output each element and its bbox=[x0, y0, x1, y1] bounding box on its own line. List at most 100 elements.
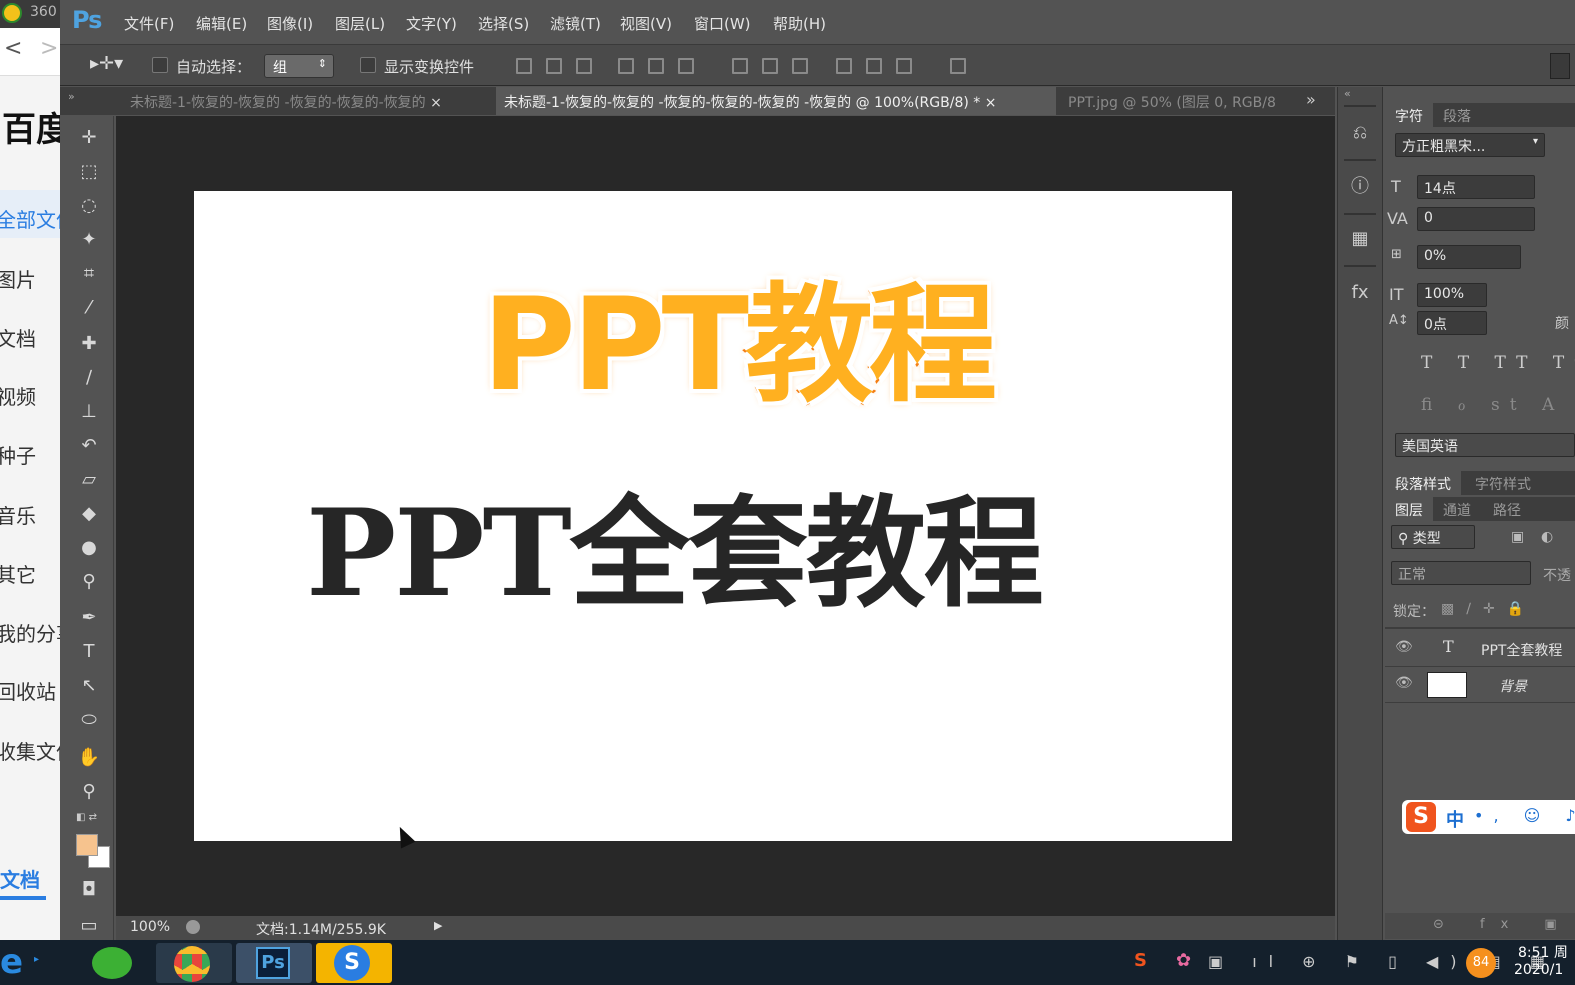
history-brush-tool-icon[interactable]: ↶ bbox=[74, 432, 104, 460]
sidebar-item-torrents[interactable]: 种子 bbox=[0, 440, 36, 469]
lock-buttons[interactable]: ▩∕✛🔒 bbox=[1441, 601, 1536, 617]
tray-system-icons[interactable]: ▣ ıl ⊕ ⚑ ▯ ◀) ▤ ▦ bbox=[1208, 952, 1557, 971]
path-selection-tool-icon[interactable]: ↖ bbox=[74, 672, 104, 700]
swatches-panel-icon[interactable]: ▦ bbox=[1348, 227, 1372, 251]
kerning-input[interactable]: 0 bbox=[1417, 207, 1535, 231]
brush-tool-icon[interactable]: ∕ bbox=[74, 364, 104, 392]
menu-image[interactable]: 图像(I) bbox=[267, 13, 313, 34]
quick-mask-icon[interactable]: ◘ bbox=[74, 876, 104, 904]
distribute-right-icon[interactable] bbox=[896, 58, 912, 74]
ellipse-tool-icon[interactable]: ⬭ bbox=[74, 706, 104, 734]
browser-tab[interactable]: 360 bbox=[0, 0, 62, 28]
eyedropper-tool-icon[interactable]: ⁄ bbox=[74, 294, 104, 322]
font-size-input[interactable]: 14点 bbox=[1417, 175, 1535, 199]
layer-name[interactable]: PPT全套教程 bbox=[1481, 640, 1562, 660]
tray-icons[interactable]: ✿ bbox=[1176, 950, 1201, 971]
move-tool-icon[interactable]: ✛ bbox=[74, 124, 104, 152]
font-family-select[interactable]: 方正粗黑宋... ▾ bbox=[1395, 133, 1545, 157]
align-hcenter-icon[interactable] bbox=[648, 58, 664, 74]
tab-layers[interactable]: 图层 bbox=[1385, 497, 1433, 521]
sidebar-footer-docs[interactable]: 文档 bbox=[0, 864, 40, 893]
sogou-taskbar-button[interactable]: S bbox=[316, 943, 392, 983]
layer-row[interactable]: 👁 背景 bbox=[1385, 667, 1575, 703]
distribute-bottom-icon[interactable] bbox=[792, 58, 808, 74]
styles-panel-icon[interactable]: fx bbox=[1348, 281, 1372, 305]
move-tool-preset-icon[interactable]: ▸✛▾ bbox=[90, 53, 123, 74]
visibility-eye-icon[interactable]: 👁 bbox=[1395, 639, 1413, 655]
strip-collapse-icon[interactable]: « bbox=[1344, 87, 1351, 100]
screen-mode-icon[interactable]: ▭ bbox=[74, 912, 104, 940]
sidebar-item-videos[interactable]: 视频 bbox=[0, 381, 36, 410]
tab-channels[interactable]: 通道 bbox=[1433, 497, 1481, 521]
lasso-tool-icon[interactable]: ◌ bbox=[74, 192, 104, 220]
status-menu-arrow-icon[interactable]: ▶ bbox=[434, 919, 442, 932]
distribute-hcenter-icon[interactable] bbox=[866, 58, 882, 74]
tab-doc-3[interactable]: PPT.jpg @ 50% (图层 0, RGB/8 bbox=[1060, 87, 1282, 115]
filter-adjust-icon[interactable]: ◐ bbox=[1541, 529, 1553, 545]
collapse-tools-icon[interactable]: » bbox=[68, 90, 75, 103]
document-canvas[interactable]: PPT教程 PPT全套教程 bbox=[194, 191, 1232, 841]
marquee-tool-icon[interactable]: ⬚ bbox=[74, 158, 104, 186]
distribute-vcenter-icon[interactable] bbox=[762, 58, 778, 74]
paint-bucket-tool-icon[interactable]: ◆ bbox=[74, 500, 104, 528]
auto-select-dropdown[interactable]: 组 ⇕ bbox=[264, 54, 334, 78]
filter-image-icon[interactable]: ▣ bbox=[1511, 529, 1524, 545]
status-info-icon[interactable] bbox=[186, 920, 200, 934]
tray-ime-icon[interactable]: S bbox=[1134, 950, 1147, 971]
clock-time[interactable]: 8:51 周 bbox=[1518, 942, 1568, 962]
sidebar-item-collect[interactable]: 收集文件 bbox=[0, 736, 62, 765]
photoshop-taskbar-button[interactable]: Ps bbox=[236, 943, 312, 983]
healing-brush-tool-icon[interactable]: ✚ bbox=[74, 330, 104, 358]
workspace-switcher[interactable] bbox=[1550, 53, 1570, 79]
layers-footer-buttons[interactable]: ⊝ fx ▣ ◐ bbox=[1385, 913, 1575, 939]
menu-layer[interactable]: 图层(L) bbox=[335, 13, 385, 34]
align-left-icon[interactable] bbox=[618, 58, 634, 74]
align-vcenter-icon[interactable] bbox=[546, 58, 562, 74]
stamp-tool-icon[interactable]: ⊥ bbox=[74, 398, 104, 426]
menu-type[interactable]: 文字(Y) bbox=[406, 13, 457, 34]
clock-date[interactable]: 2020/1 bbox=[1514, 962, 1563, 978]
tab-doc-2-close-icon[interactable]: × bbox=[985, 95, 997, 111]
dark-title-text[interactable]: PPT全套教程 bbox=[306, 456, 1044, 630]
sidebar-item-other[interactable]: 其它 bbox=[0, 559, 36, 588]
pen-tool-icon[interactable]: ✒ bbox=[74, 604, 104, 632]
forward-icon[interactable]: > bbox=[40, 36, 58, 61]
distribute-top-icon[interactable] bbox=[732, 58, 748, 74]
tab-paragraph-styles[interactable]: 段落样式 bbox=[1385, 471, 1461, 495]
menu-edit[interactable]: 编辑(E) bbox=[196, 13, 247, 34]
show-transform-checkbox[interactable] bbox=[360, 57, 376, 73]
auto-select-checkbox[interactable] bbox=[152, 57, 168, 73]
menu-filter[interactable]: 滤镜(T) bbox=[550, 13, 601, 34]
ime-mode[interactable]: 中 bbox=[1446, 806, 1464, 832]
history-panel-icon[interactable]: ⎌ bbox=[1348, 121, 1372, 145]
baseline-input[interactable]: 0点 bbox=[1417, 311, 1487, 335]
menu-select[interactable]: 选择(S) bbox=[478, 13, 529, 34]
tracking-input[interactable]: 0% bbox=[1417, 245, 1521, 269]
type-tool-icon[interactable]: T bbox=[74, 638, 104, 666]
layer-filter-select[interactable]: ⚲ 类型 bbox=[1391, 525, 1475, 549]
sidebar-item-shares[interactable]: 我的分享 bbox=[0, 618, 62, 647]
canvas-area[interactable]: PPT教程 PPT全套教程 bbox=[116, 116, 1335, 916]
sidebar-item-music[interactable]: 音乐 bbox=[0, 500, 36, 529]
zoom-tool-icon[interactable]: ⚲ bbox=[74, 778, 104, 806]
blur-tool-icon[interactable]: ● bbox=[74, 534, 104, 562]
ie-icon[interactable]: e bbox=[0, 942, 23, 982]
text-style-buttons[interactable]: T T TT Tт T¹ bbox=[1421, 353, 1575, 373]
sidebar-item-docs[interactable]: 文档 bbox=[0, 323, 36, 352]
dodge-tool-icon[interactable]: ⚲ bbox=[74, 568, 104, 596]
sidebar-item-all-files[interactable]: 全部文件 bbox=[0, 204, 62, 233]
blend-mode-select[interactable]: 正常 bbox=[1391, 561, 1531, 585]
foreground-color-swatch[interactable] bbox=[76, 834, 98, 856]
tab-doc-1-close-icon[interactable]: × bbox=[430, 95, 442, 111]
chrome-taskbar-button[interactable] bbox=[156, 943, 232, 983]
tab-paths[interactable]: 路径 bbox=[1483, 497, 1531, 521]
visibility-eye-icon[interactable]: 👁 bbox=[1395, 675, 1413, 691]
layer-name[interactable]: 背景 bbox=[1499, 676, 1527, 696]
swap-colors-icon[interactable]: ◧ ⇄ bbox=[76, 812, 97, 823]
menu-window[interactable]: 窗口(W) bbox=[694, 13, 751, 34]
info-panel-icon[interactable]: ⓘ bbox=[1348, 175, 1372, 199]
ime-tools-icons[interactable]: •, ☺ ♪ ▤ bbox=[1474, 806, 1575, 825]
tab-doc-1[interactable]: 未标题-1-恢复的-恢复的 -恢复的-恢复的-恢复的 × bbox=[122, 87, 494, 115]
sidebar-item-images[interactable]: 图片 bbox=[0, 264, 36, 293]
zoom-level[interactable]: 100% bbox=[130, 919, 170, 935]
